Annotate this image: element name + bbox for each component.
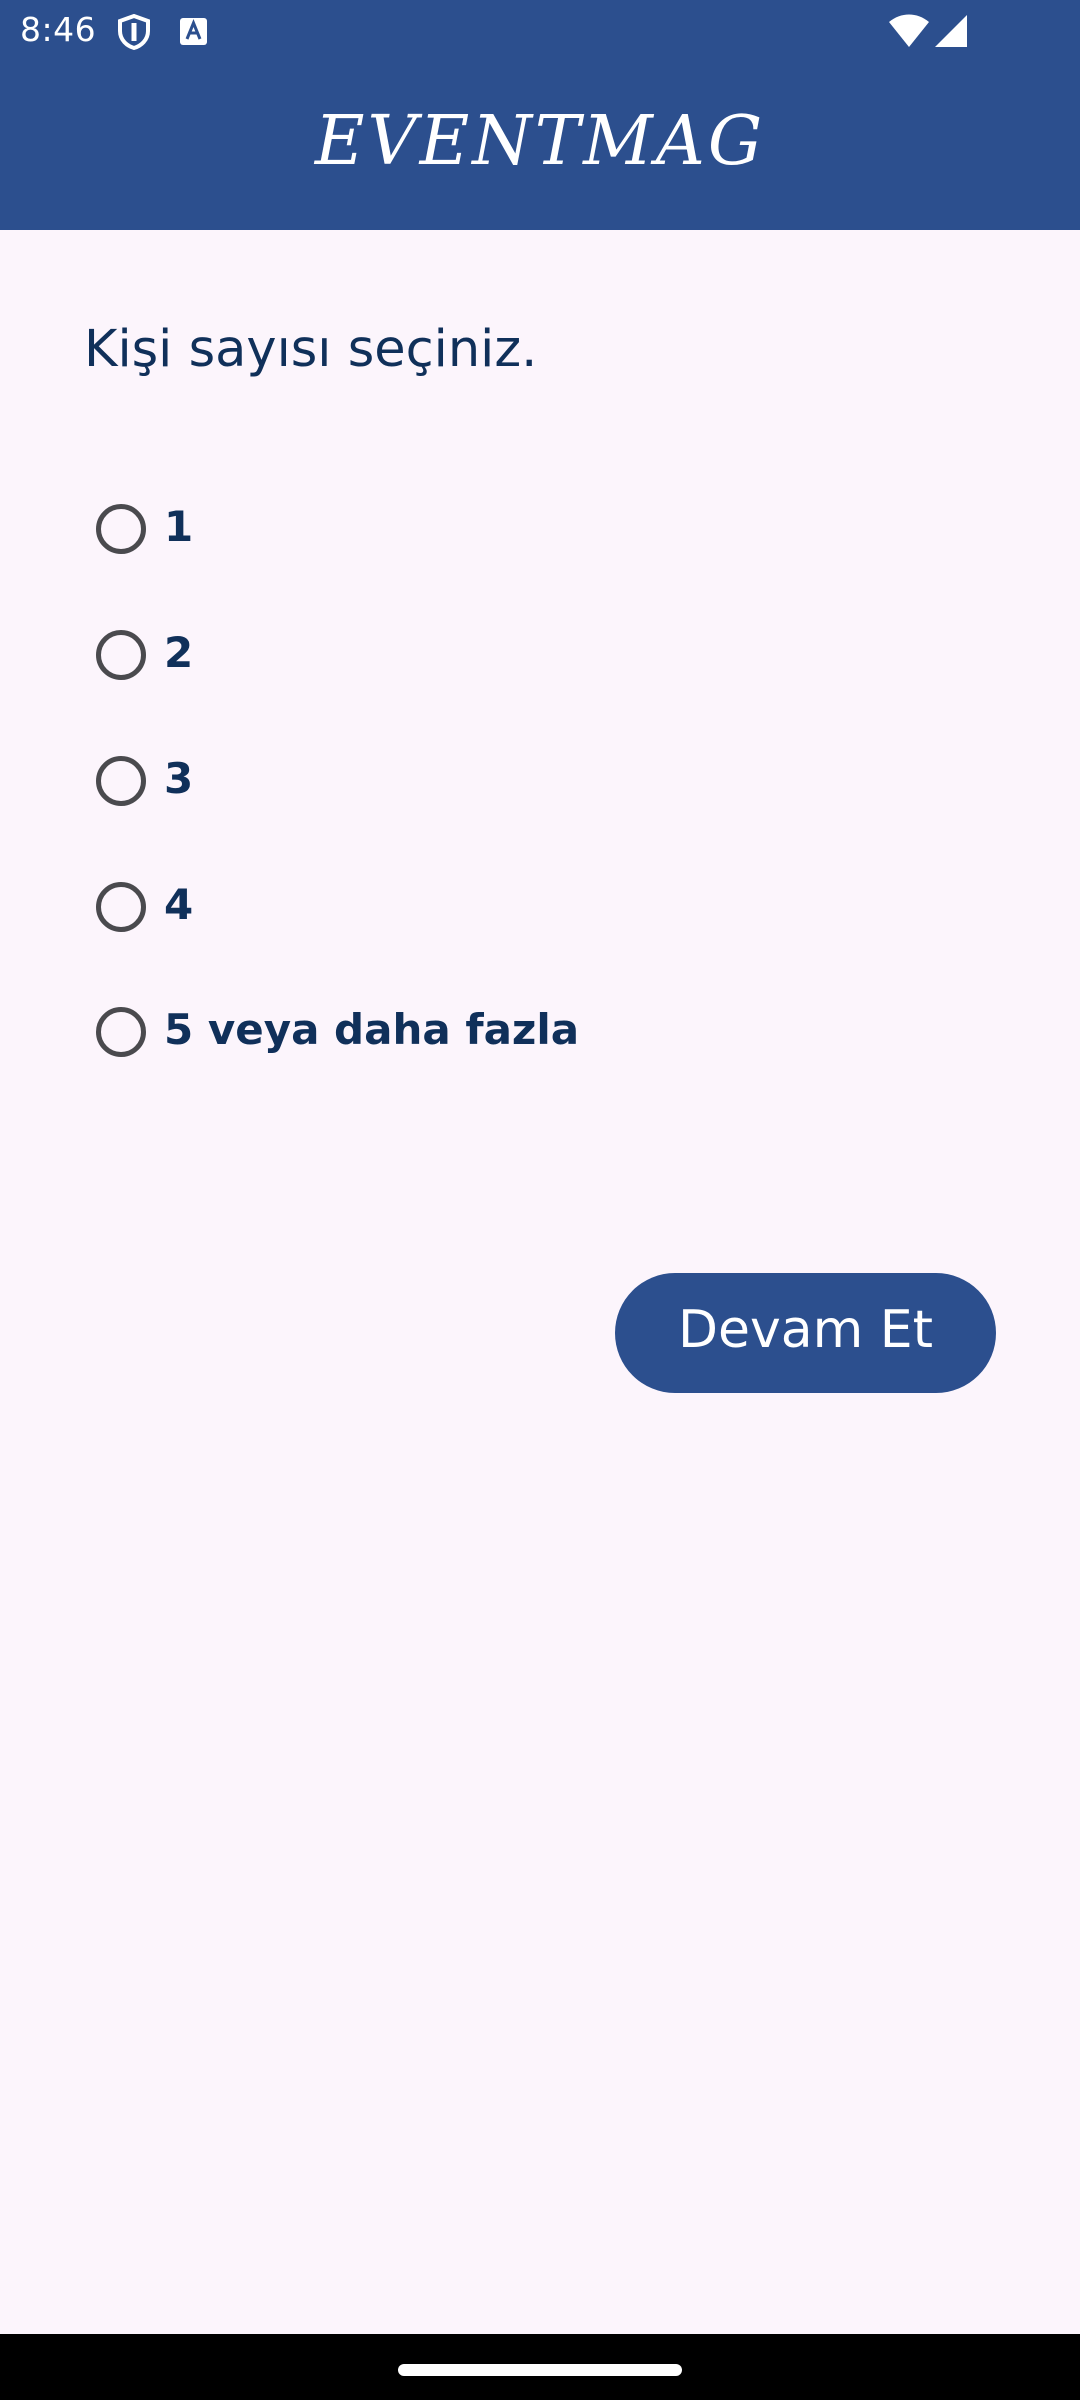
radio-button[interactable]: [96, 882, 146, 932]
option-5-or-more[interactable]: 5 veya daha fazla: [96, 997, 796, 1067]
a-notification-icon: [180, 18, 207, 45]
navigation-bar: [0, 2334, 1080, 2400]
home-indicator[interactable]: [398, 2364, 682, 2376]
radio-button[interactable]: [96, 1007, 146, 1057]
option-label: 2: [164, 627, 194, 677]
option-label: 3: [164, 753, 194, 803]
option-label: 5 veya daha fazla: [164, 1004, 580, 1054]
signal-icon: [935, 15, 967, 47]
option-1[interactable]: 1: [96, 494, 796, 564]
wifi-icon: [889, 14, 929, 47]
option-label: 1: [164, 501, 194, 551]
option-2[interactable]: 2: [96, 620, 796, 690]
app-bar: EVENTMAG: [0, 62, 1080, 230]
app-title: EVENTMAG: [314, 102, 766, 181]
radio-button[interactable]: [96, 504, 146, 554]
continue-button[interactable]: Devam Et: [615, 1273, 996, 1393]
shield-icon: [118, 14, 150, 50]
radio-button[interactable]: [96, 756, 146, 806]
option-4[interactable]: 4: [96, 872, 796, 942]
question-text: Kişi sayısı seçiniz.: [84, 320, 538, 379]
radio-button[interactable]: [96, 630, 146, 680]
status-bar: 8:46: [0, 0, 1080, 62]
option-3[interactable]: 3: [96, 746, 796, 816]
status-time: 8:46: [20, 10, 97, 49]
option-label: 4: [164, 879, 194, 929]
